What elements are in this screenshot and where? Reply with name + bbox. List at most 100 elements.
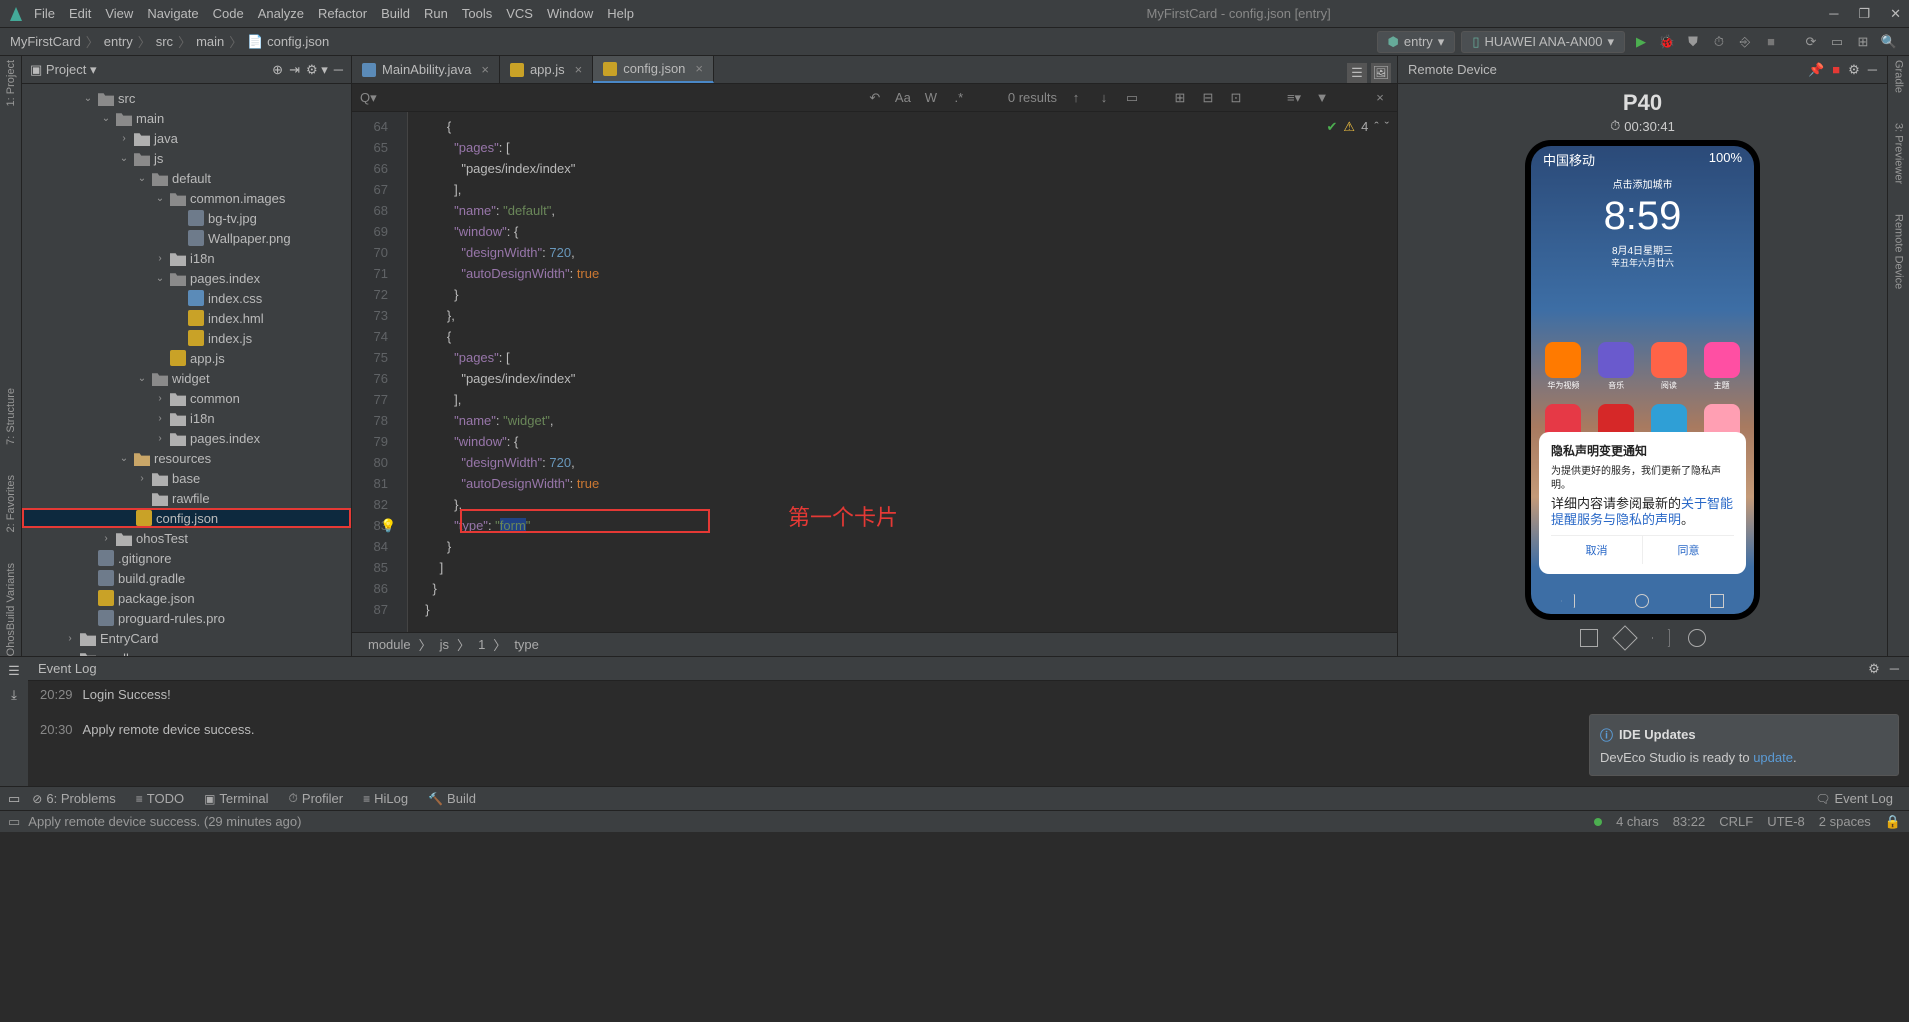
status-indent[interactable]: 2 spaces <box>1819 814 1871 829</box>
menu-help[interactable]: Help <box>607 6 634 21</box>
menu-navigate[interactable]: Navigate <box>147 6 198 21</box>
tree-file[interactable]: Wallpaper.png <box>22 228 351 248</box>
project-view-selector[interactable]: ▣ Project ▾ <box>30 62 97 78</box>
soft-wrap-icon[interactable]: ☰ <box>8 663 20 679</box>
image-view-icon[interactable]: 🖼 <box>1371 63 1391 83</box>
status-encoding[interactable]: UTE-8 <box>1767 814 1805 829</box>
toolwin-structure[interactable]: 7: Structure <box>5 388 17 445</box>
tree-folder[interactable]: ›common <box>22 388 351 408</box>
menu-build[interactable]: Build <box>381 6 410 21</box>
settings-icon[interactable]: ⚙ <box>1868 661 1880 677</box>
tree-file[interactable]: .gitignore <box>22 548 351 568</box>
tree-file[interactable]: proguard-rules.pro <box>22 608 351 628</box>
toolwin-previewer[interactable]: 3: Previewer <box>1893 123 1905 184</box>
sdk-icon[interactable]: ⊞ <box>1853 32 1873 52</box>
avd-icon[interactable]: ▭ <box>1827 32 1847 52</box>
remove-selection-icon[interactable]: ⊟ <box>1199 89 1217 107</box>
match-case-icon[interactable]: Aa <box>894 89 912 107</box>
tree-file[interactable]: bg-tv.jpg <box>22 208 351 228</box>
breadcrumb[interactable]: 📄 config.json <box>247 34 329 50</box>
menu-view[interactable]: View <box>105 6 133 21</box>
toolwin-remote-device[interactable]: Remote Device <box>1893 214 1905 289</box>
toolwin-quick-icon[interactable]: ▭ <box>8 814 20 830</box>
tree-file[interactable]: index.hml <box>22 308 351 328</box>
add-selection-icon[interactable]: ⊞ <box>1171 89 1189 107</box>
rotate-icon[interactable] <box>1612 625 1637 650</box>
tree-folder[interactable]: ›ohosTest <box>22 528 351 548</box>
tree-file[interactable]: build.gradle <box>22 568 351 588</box>
tree-file[interactable]: package.json <box>22 588 351 608</box>
run-config-selector[interactable]: ⬢entry ▾ <box>1377 31 1456 53</box>
update-link[interactable]: update <box>1753 750 1793 765</box>
tree-folder[interactable]: ›i18n <box>22 248 351 268</box>
close-icon[interactable]: ✕ <box>1890 6 1901 22</box>
filter-icon[interactable]: ≡▾ <box>1285 89 1303 107</box>
select-all-icon[interactable]: ▭ <box>1123 89 1141 107</box>
close-findbar-icon[interactable]: × <box>1371 89 1389 107</box>
inspections-widget[interactable]: ✔⚠4 ˆ ˇ <box>1327 116 1389 137</box>
words-icon[interactable]: W <box>922 89 940 107</box>
phone-app-icon[interactable]: 阅读 <box>1649 342 1689 391</box>
fold-gutter[interactable] <box>394 112 408 632</box>
menu-analyze[interactable]: Analyze <box>258 6 304 21</box>
menu-run[interactable]: Run <box>424 6 448 21</box>
tree-folder[interactable]: ›gradle <box>22 648 351 656</box>
tree-folder[interactable]: ›java <box>22 128 351 148</box>
back-icon[interactable] <box>1652 629 1670 647</box>
settings-icon[interactable]: ⚙ ▾ <box>306 62 328 78</box>
phone-app-icon[interactable]: 主题 <box>1702 342 1742 391</box>
tree-folder[interactable]: ⌄common.images <box>22 188 351 208</box>
menu-edit[interactable]: Edit <box>69 6 91 21</box>
search-icon[interactable]: 🔍 <box>1879 32 1899 52</box>
breadcrumb[interactable]: src <box>156 34 173 49</box>
dialog-cancel-button[interactable]: 取消 <box>1551 536 1643 564</box>
collapse-icon[interactable]: ⇥ <box>289 62 300 78</box>
tree-folder[interactable]: ⌄main <box>22 108 351 128</box>
tree-folder[interactable]: ›i18n <box>22 408 351 428</box>
menu-tools[interactable]: Tools <box>462 6 492 21</box>
maximize-icon[interactable]: ❐ <box>1858 6 1870 22</box>
bottom-tab-profiler[interactable]: ⏱ Profiler <box>281 789 352 808</box>
search-icon[interactable]: Q▾ <box>360 90 377 106</box>
home-icon[interactable] <box>1688 629 1706 647</box>
select-all-occ-icon[interactable]: ⊡ <box>1227 89 1245 107</box>
profile-icon[interactable]: ⏱ <box>1709 32 1729 52</box>
phone-app-icon[interactable]: 华为视频 <box>1543 342 1583 391</box>
breadcrumb[interactable]: main <box>196 34 224 49</box>
prev-occurrence-icon[interactable]: ↶ <box>866 89 884 107</box>
menu-vcs[interactable]: VCS <box>506 6 533 21</box>
code-editor[interactable]: 6465666768697071727374757677787980818283… <box>352 112 1397 632</box>
tree-folder[interactable]: ⌄src <box>22 88 351 108</box>
phone-app-icon[interactable]: 音乐 <box>1596 342 1636 391</box>
debug-icon[interactable]: 🐞 <box>1657 32 1677 52</box>
lock-icon[interactable]: 🔒 <box>1885 814 1901 830</box>
tree-file[interactable]: index.js <box>22 328 351 348</box>
toolwin-gradle[interactable]: Gradle <box>1893 60 1905 93</box>
status-caret-pos[interactable]: 83:22 <box>1673 814 1706 829</box>
menu-refactor[interactable]: Refactor <box>318 6 367 21</box>
tab-appjs[interactable]: app.js× <box>500 56 593 83</box>
phone-screen[interactable]: 中国移动100% 点击添加城市 8:59 8月4日星期三 辛丑年六月廿六 华为视… <box>1531 146 1754 614</box>
tab-config[interactable]: config.json× <box>593 56 714 83</box>
list-view-icon[interactable]: ☰ <box>1347 63 1367 83</box>
stop-icon[interactable]: ■ <box>1761 32 1781 52</box>
bottom-tab-eventlog[interactable]: 🗨 Event Log <box>1807 789 1901 808</box>
pin-icon[interactable]: 📌 <box>1808 62 1824 78</box>
menu-file[interactable]: File <box>34 6 55 21</box>
toolwin-project[interactable]: 1: Project <box>5 60 17 106</box>
hide-icon[interactable]: ─ <box>1890 661 1899 676</box>
toolwin-favorites[interactable]: 2: Favorites <box>5 475 17 532</box>
tree-folder[interactable]: ⌄default <box>22 168 351 188</box>
tab-mainability[interactable]: MainAbility.java× <box>352 56 500 83</box>
tree-folder[interactable]: ›pages.index <box>22 428 351 448</box>
tree-folder[interactable]: rawfile <box>22 488 351 508</box>
menu-code[interactable]: Code <box>213 6 244 21</box>
breadcrumb[interactable]: entry <box>104 34 133 49</box>
tree-folder[interactable]: ⌄resources <box>22 448 351 468</box>
home-icon[interactable] <box>1635 594 1649 608</box>
toolwin-toggle-icon[interactable]: ▭ <box>8 791 20 807</box>
breadcrumb[interactable]: MyFirstCard <box>10 34 81 49</box>
close-tab-icon[interactable]: × <box>481 62 489 77</box>
sync-icon[interactable]: ⟳ <box>1801 32 1821 52</box>
close-tab-icon[interactable]: × <box>695 61 703 76</box>
